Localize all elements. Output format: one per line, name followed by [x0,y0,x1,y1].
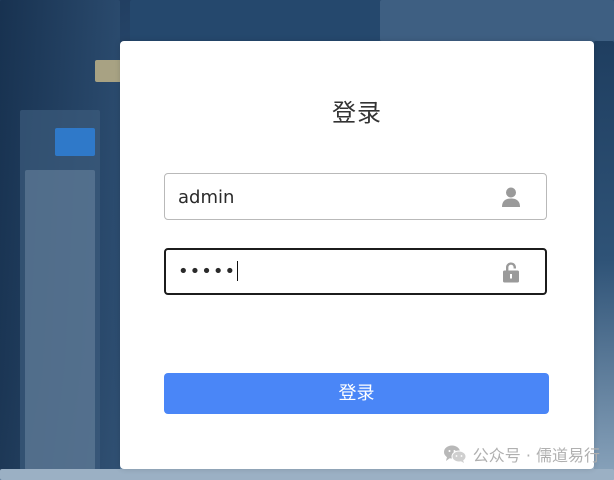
username-field[interactable]: admin [164,173,547,220]
login-button[interactable]: 登录 [164,373,549,414]
password-field[interactable]: ••••• [164,248,547,295]
wechat-icon [443,445,467,463]
password-value: ••••• [178,260,239,282]
user-icon [502,187,520,207]
watermark: 公众号 · 儒道易行 [443,442,600,466]
watermark-text: 公众号 · 儒道易行 [472,446,600,465]
username-value: admin [178,187,235,208]
lock-icon [503,262,519,283]
page-title: 登录 [332,99,382,127]
login-card: 登录 admin ••••• 登录 [120,41,594,469]
text-caret [237,260,239,281]
